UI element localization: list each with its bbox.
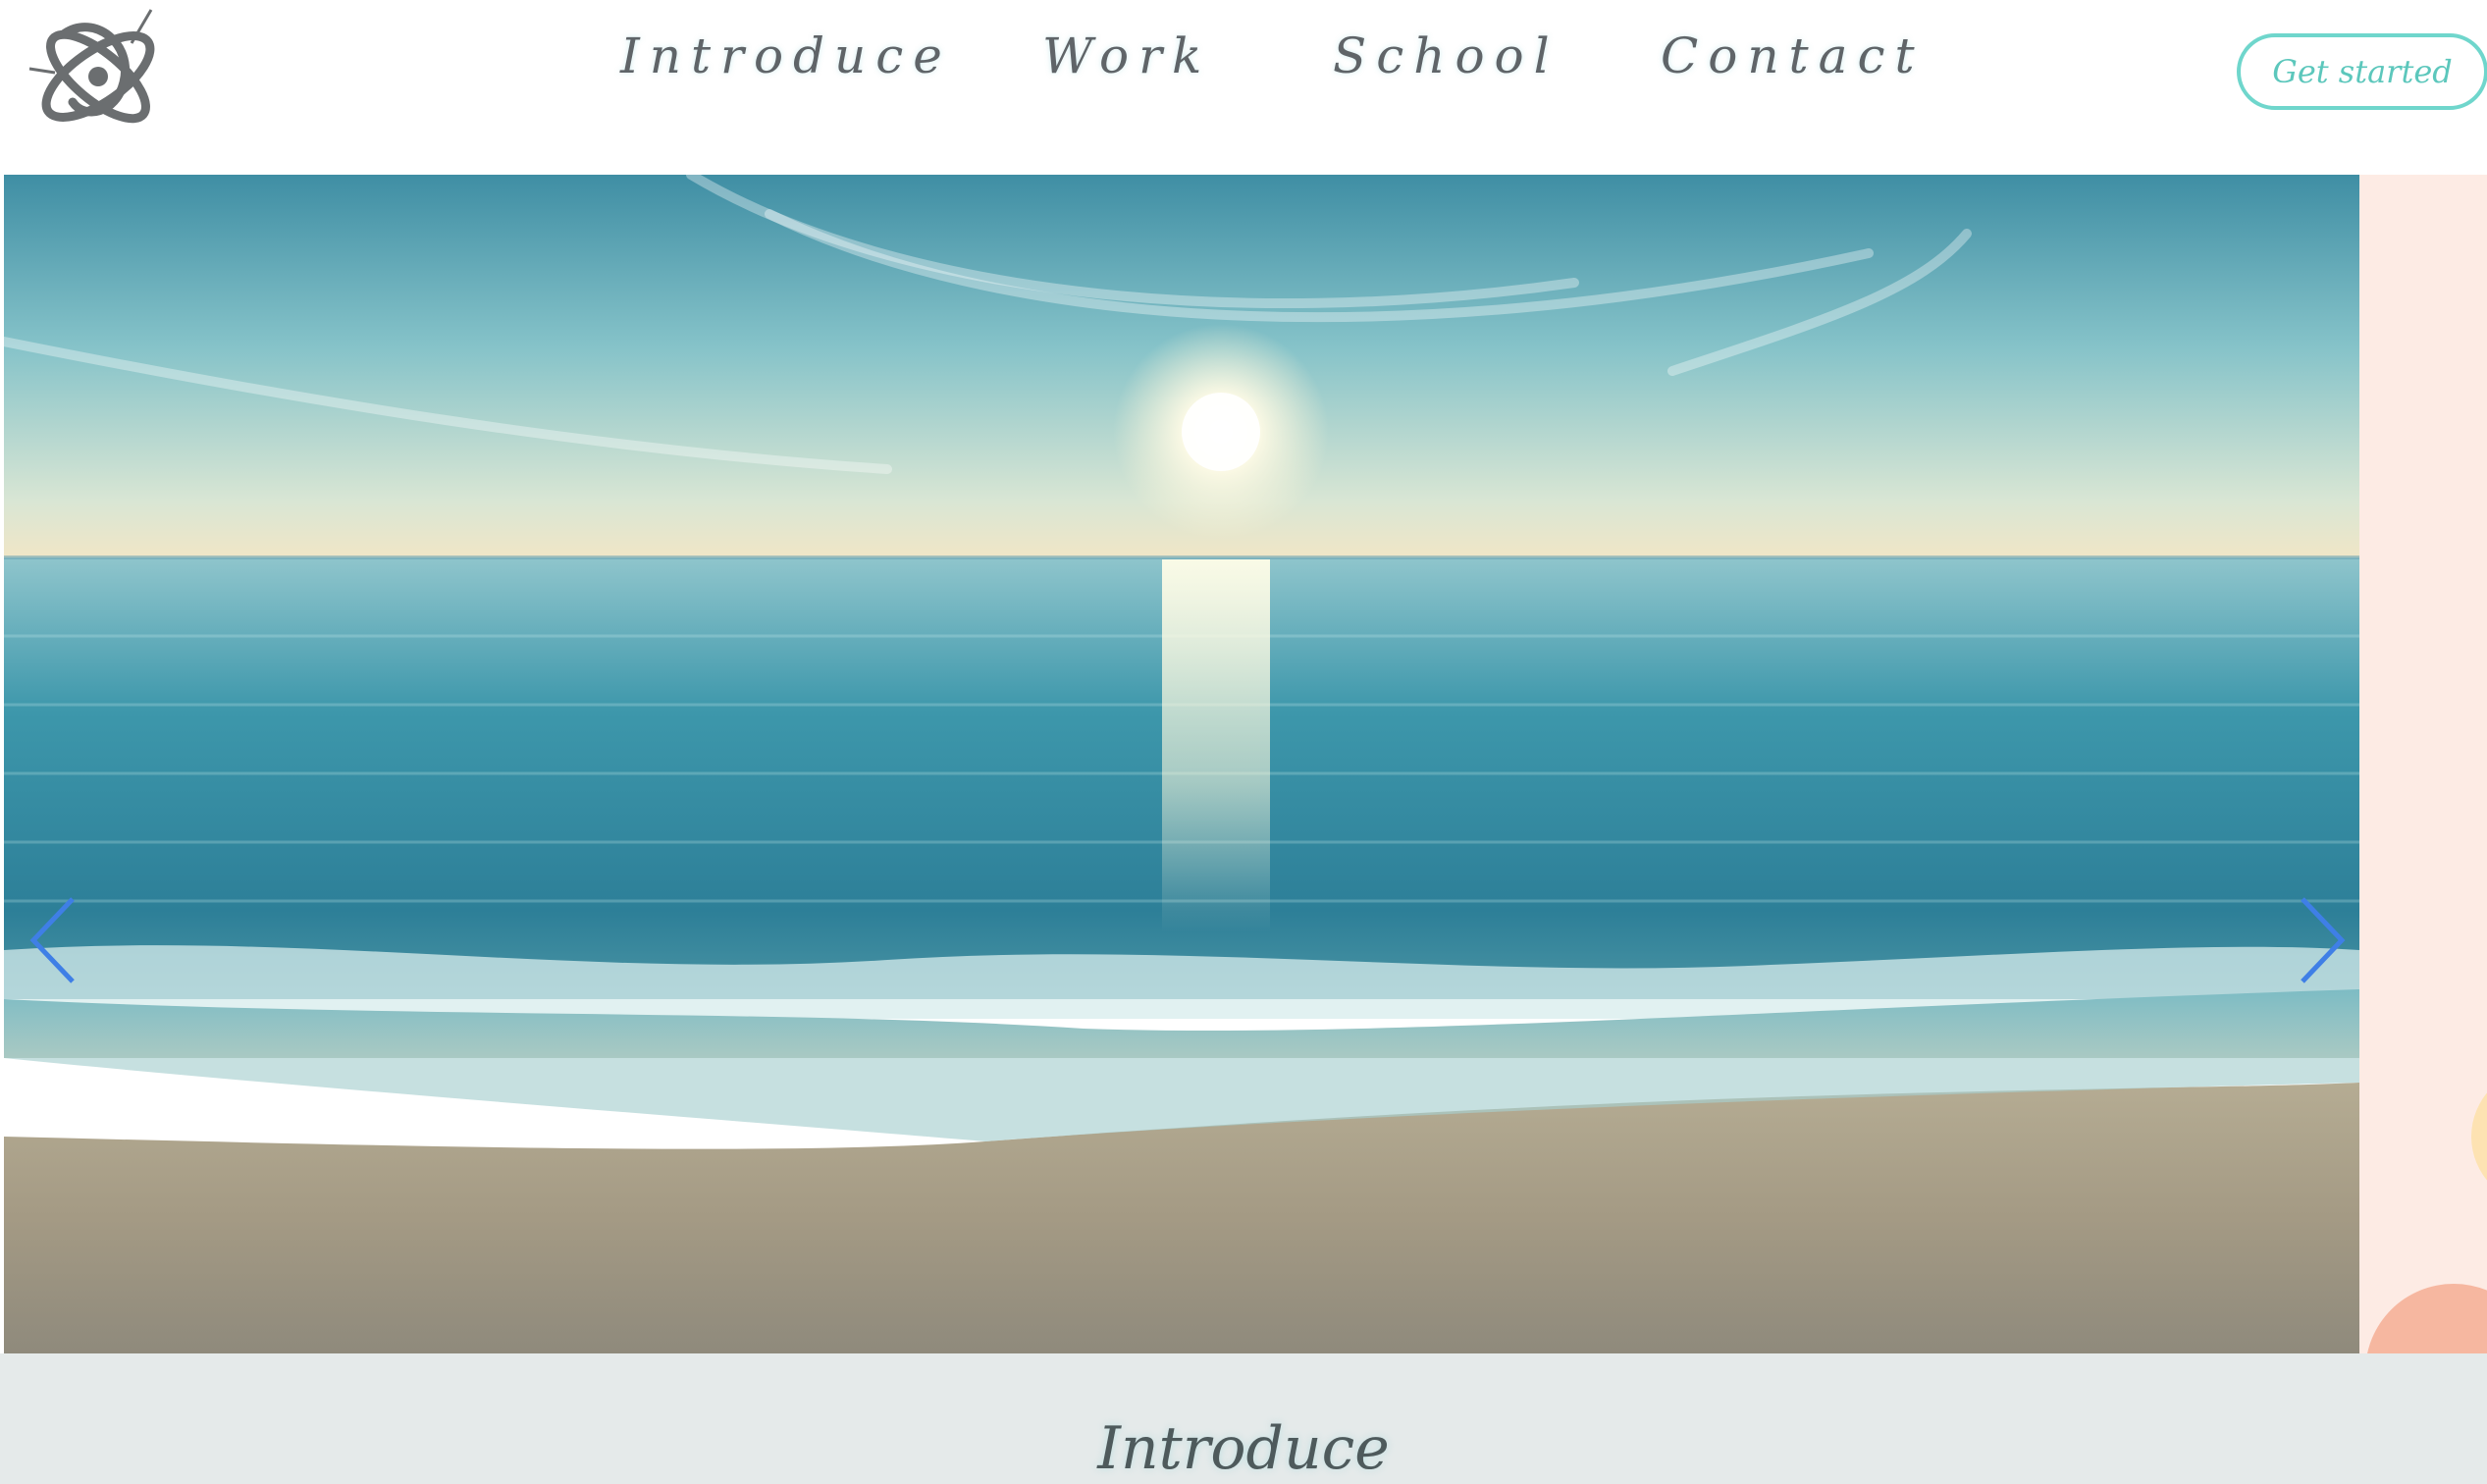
nav-work[interactable]: Work	[1042, 27, 1211, 84]
side-panel	[2359, 175, 2487, 1353]
decor-circle-salmon	[2365, 1284, 2487, 1353]
get-started-button[interactable]: Get started	[2237, 33, 2487, 110]
introduce-section: Introduce	[0, 1353, 2487, 1484]
nav-school[interactable]: School	[1333, 27, 1560, 84]
decor-circle-yellow	[2471, 1068, 2487, 1205]
hero-carousel	[4, 175, 2359, 1353]
chevron-left-icon	[29, 897, 75, 983]
beach-sunset-image	[4, 175, 2359, 1353]
carousel-next-button[interactable]	[2291, 895, 2350, 985]
section-heading: Introduce	[1097, 1414, 1390, 1483]
main-nav: Introduce Work School Contact	[0, 0, 2487, 118]
carousel-prev-button[interactable]	[26, 895, 84, 985]
nav-introduce[interactable]: Introduce	[620, 27, 952, 84]
site-header: Introduce Work School Contact Get starte…	[0, 0, 2487, 175]
nav-contact[interactable]: Contact	[1661, 27, 1925, 84]
chevron-right-icon	[2301, 897, 2346, 983]
